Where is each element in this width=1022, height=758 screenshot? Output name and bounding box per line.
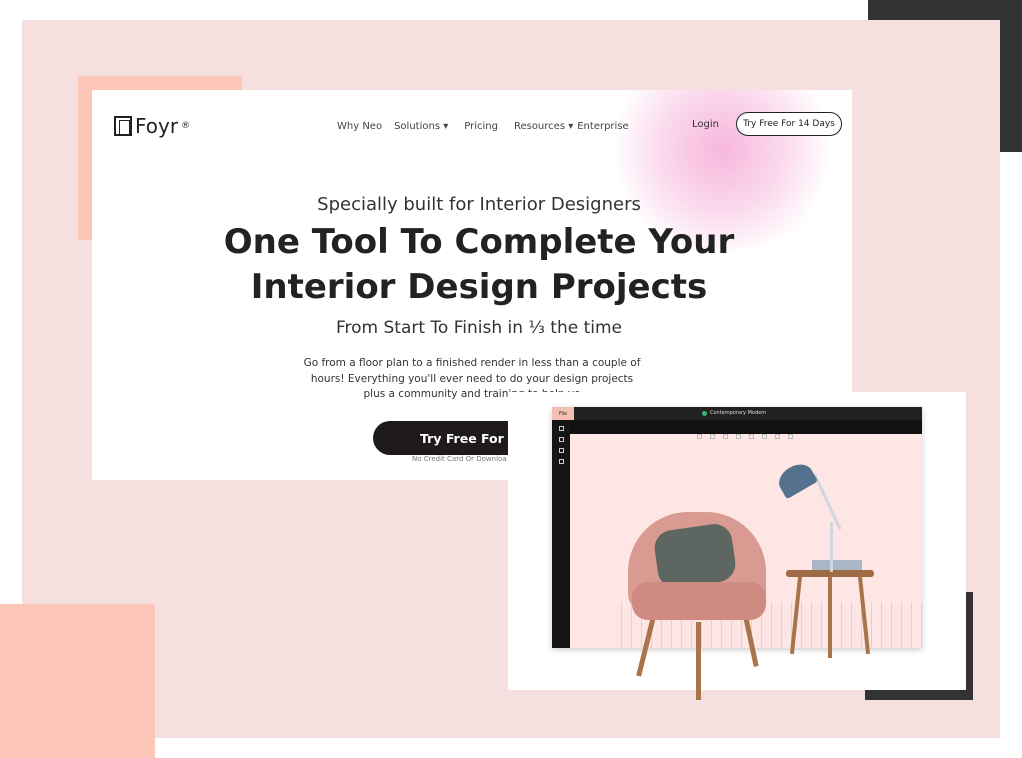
file-tab[interactable]: File [552, 407, 574, 420]
hero-subtitle: Specially built for Interior Designers [317, 194, 641, 215]
desk-lamp [773, 458, 846, 572]
login-link[interactable]: Login [692, 119, 719, 130]
hero-title: One Tool To Complete Your Interior Design… [92, 220, 852, 310]
foyr-logo[interactable]: Foyr ® [114, 114, 190, 138]
status-dot [702, 410, 707, 416]
logo-text: Foyr [135, 114, 179, 138]
document-name: Contemporary Modern [710, 410, 767, 416]
logo-icon [114, 116, 132, 136]
lamp-arm [813, 474, 842, 530]
table-leg [828, 576, 832, 658]
chair-seat [632, 582, 766, 620]
tool-icon[interactable] [736, 434, 741, 439]
main-nav: Why Neo Solutions ▾ Pricing Resources ▾ … [337, 121, 629, 132]
chair-leg [696, 622, 701, 700]
try-free-button[interactable]: Try Free For 14 Days [736, 112, 842, 136]
table-leg [789, 576, 803, 654]
registered-mark: ® [181, 121, 191, 131]
decor-block-salmon [0, 604, 155, 758]
document-title: Contemporary Modern [702, 410, 766, 416]
nav-solutions[interactable]: Solutions ▾ [394, 121, 448, 132]
sidebar-icon[interactable] [558, 459, 564, 464]
tool-icon[interactable] [762, 434, 767, 439]
title-line: One Tool To Complete Your [223, 222, 735, 262]
app-screenshot-card: File Contemporary Modern [508, 392, 966, 700]
chair-leg [742, 612, 759, 667]
nav-why-neo[interactable]: Why Neo [337, 121, 382, 132]
nav-resources[interactable]: Resources ▾ [514, 121, 573, 132]
tool-icon[interactable] [749, 434, 754, 439]
lamp-arm [830, 522, 833, 572]
sidebar-icon[interactable] [558, 426, 564, 431]
app-sidebar [552, 420, 570, 648]
armchair [626, 512, 771, 700]
nav-pricing[interactable]: Pricing [464, 121, 498, 132]
title-line: Interior Design Projects [250, 267, 708, 307]
tool-icon[interactable] [788, 434, 793, 439]
cta-note: No Credit Card Or Downloa [412, 455, 507, 463]
tool-icon[interactable] [697, 434, 702, 439]
lamp-shade [773, 458, 819, 500]
sidebar-icon[interactable] [558, 437, 564, 442]
nav-enterprise[interactable]: Enterprise [577, 121, 628, 132]
sidebar-icon[interactable] [558, 448, 564, 453]
side-table [786, 560, 876, 660]
table-leg [857, 576, 871, 654]
tool-icon[interactable] [775, 434, 780, 439]
cushion [652, 521, 738, 591]
tool-icon[interactable] [723, 434, 728, 439]
tool-icon[interactable] [710, 434, 715, 439]
chair-leg [636, 612, 657, 677]
app-toolbar [552, 420, 922, 439]
hero-tagline: From Start To Finish in ⅓ the time [335, 318, 623, 338]
